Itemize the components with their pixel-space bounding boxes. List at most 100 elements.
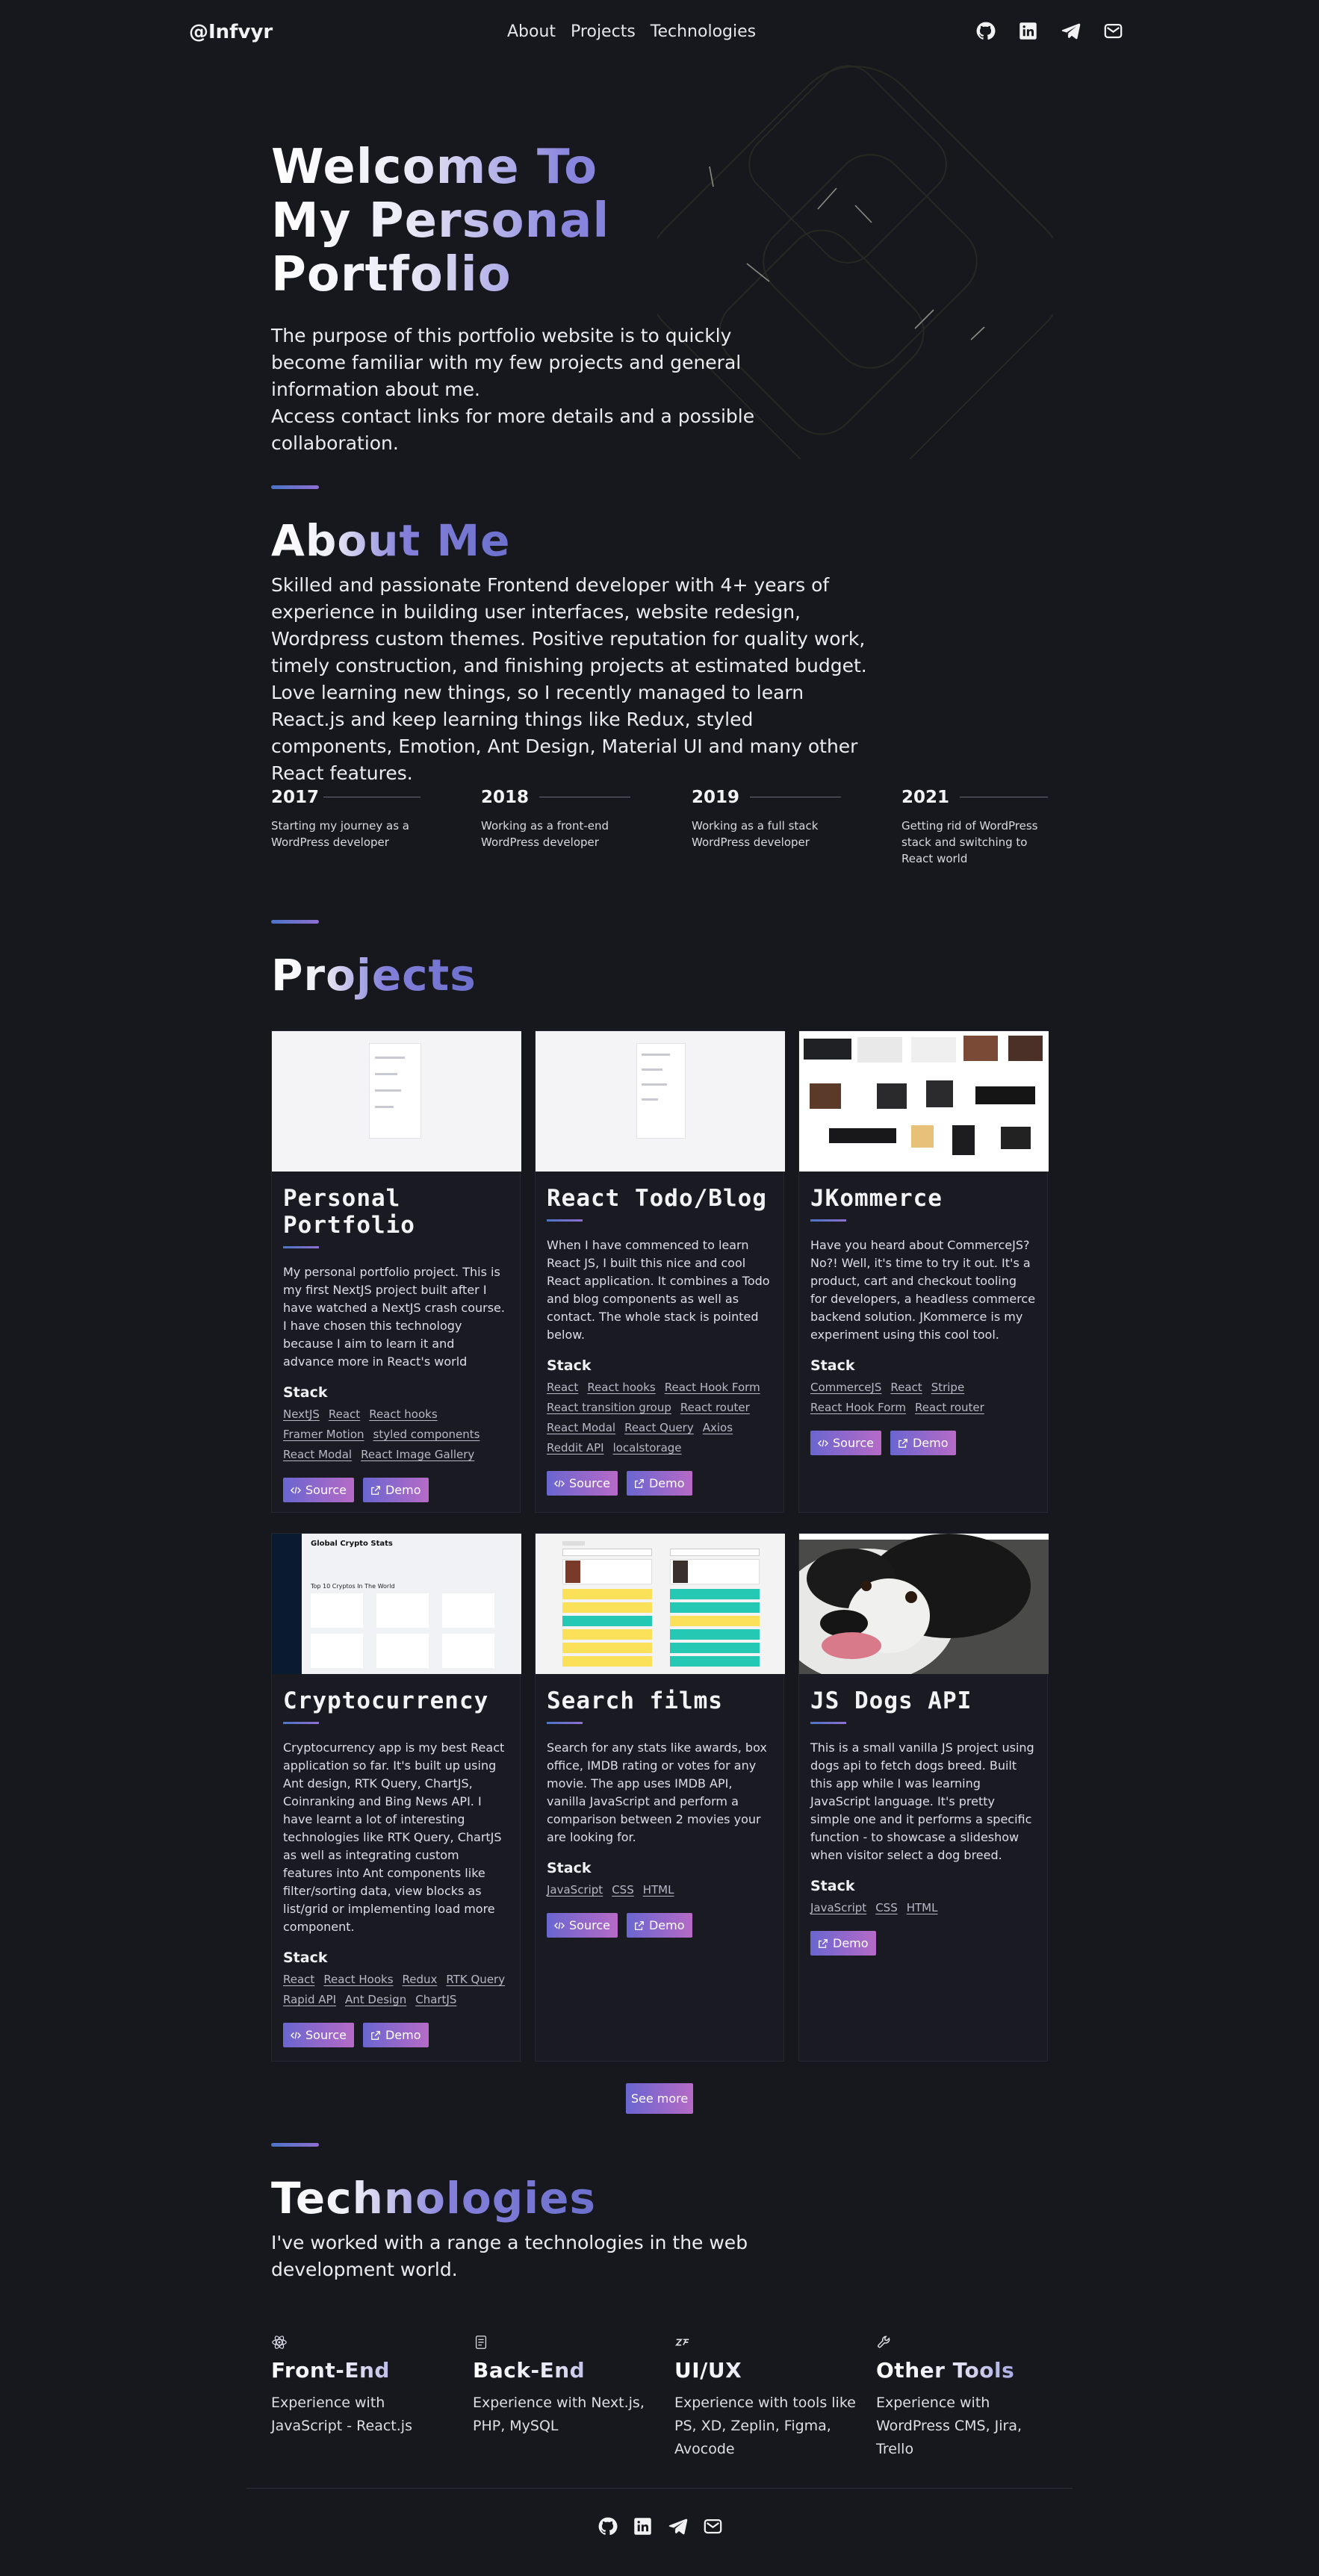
stack-tag[interactable]: localstorage bbox=[613, 1440, 682, 1456]
stack-label: Stack bbox=[283, 1384, 328, 1401]
source-button[interactable]: Source bbox=[547, 1913, 618, 1938]
stack-label: Stack bbox=[810, 1357, 855, 1374]
project-thumbnail[interactable] bbox=[272, 1031, 521, 1172]
stack-tags: React React hooks React Hook Form React … bbox=[547, 1380, 772, 1456]
project-description: Cryptocurrency app is my best React appl… bbox=[283, 1740, 505, 1934]
demo-button[interactable]: Demo bbox=[890, 1431, 956, 1455]
linkedin-icon[interactable] bbox=[1018, 21, 1038, 41]
site-logo[interactable]: @Infvyr bbox=[189, 21, 273, 43]
github-icon[interactable] bbox=[975, 21, 996, 41]
technologies-accent-line bbox=[271, 2143, 319, 2147]
stack-tag[interactable]: React Hook Form bbox=[665, 1380, 760, 1396]
stack-tag[interactable]: React Modal bbox=[283, 1447, 352, 1463]
mail-icon[interactable] bbox=[1103, 21, 1123, 41]
thumb-caption: Top 10 Cryptos In The World bbox=[311, 1583, 395, 1590]
stack-tags: NextJS React React hooks Framer Motion s… bbox=[283, 1407, 509, 1463]
project-card: Personal Portfolio My personal portfolio… bbox=[271, 1030, 521, 1513]
source-button[interactable]: Source bbox=[283, 2023, 354, 2047]
stack-tag[interactable]: RTK Query bbox=[446, 1972, 505, 1988]
stack-tag[interactable]: Ant Design bbox=[345, 1992, 406, 2008]
see-more-button[interactable]: See more bbox=[626, 2083, 693, 2114]
tech-desc: Experience with JavaScript - React.js bbox=[271, 2395, 412, 2434]
stack-tag[interactable]: CSS bbox=[612, 1882, 634, 1898]
stack-tag[interactable]: styled components bbox=[373, 1427, 480, 1443]
external-link-icon bbox=[371, 1485, 380, 1495]
stack-tag[interactable]: ChartJS bbox=[415, 1992, 456, 2008]
stack-label: Stack bbox=[283, 1950, 328, 1966]
project-title: Cryptocurrency bbox=[283, 1687, 489, 1714]
nav-link-about[interactable]: About bbox=[507, 22, 556, 41]
project-title: Search films bbox=[547, 1687, 723, 1714]
stack-tag[interactable]: Reddit API bbox=[547, 1440, 604, 1456]
timeline-item: 2018 Working as a front-end WordPress de… bbox=[481, 788, 630, 850]
stack-tag[interactable]: React bbox=[547, 1380, 578, 1396]
stack-tag[interactable]: CommerceJS bbox=[810, 1380, 881, 1396]
project-thumbnail[interactable] bbox=[799, 1031, 1049, 1172]
title-underline bbox=[283, 1722, 319, 1724]
project-thumbnail[interactable]: Global Crypto Stats Top 10 Cryptos In Th… bbox=[272, 1534, 521, 1674]
stack-tag[interactable]: Axios bbox=[703, 1420, 733, 1436]
nav-link-projects[interactable]: Projects bbox=[571, 22, 636, 41]
timeline-desc: Getting rid of WordPress stack and switc… bbox=[901, 819, 1038, 865]
stack-tag[interactable]: React Hooks bbox=[323, 1972, 393, 1988]
stack-tag[interactable]: CSS bbox=[875, 1900, 898, 1916]
linkedin-icon[interactable] bbox=[633, 2516, 653, 2536]
telegram-icon[interactable] bbox=[668, 2516, 688, 2536]
stack-tag[interactable]: Stripe bbox=[931, 1380, 965, 1396]
stack-tag[interactable]: Redux bbox=[403, 1972, 438, 1988]
tech-title: Back-End bbox=[473, 2358, 660, 2383]
technologies-title: Technologies bbox=[271, 2173, 596, 2224]
mail-icon[interactable] bbox=[703, 2516, 723, 2536]
stack-tag[interactable]: JavaScript bbox=[547, 1882, 603, 1898]
stack-tag[interactable]: HTML bbox=[907, 1900, 938, 1916]
timeline-desc: Working as a full stack WordPress develo… bbox=[692, 819, 819, 849]
stack-tag[interactable]: React hooks bbox=[587, 1380, 655, 1396]
stack-tag[interactable]: Rapid API bbox=[283, 1992, 336, 2008]
project-thumbnail[interactable] bbox=[536, 1031, 785, 1172]
stack-tag[interactable]: React bbox=[283, 1972, 314, 1988]
demo-button[interactable]: Demo bbox=[362, 1478, 429, 1502]
stack-tag[interactable]: JavaScript bbox=[810, 1900, 866, 1916]
nav-link-technologies[interactable]: Technologies bbox=[651, 22, 756, 41]
stack-tag[interactable]: HTML bbox=[643, 1882, 674, 1898]
code-icon bbox=[291, 2031, 301, 2039]
hero-title: Welcome To My Personal Portfolio bbox=[271, 140, 809, 302]
title-underline bbox=[547, 1219, 583, 1222]
demo-button[interactable]: Demo bbox=[362, 2023, 429, 2047]
stack-tag[interactable]: React bbox=[890, 1380, 922, 1396]
dog-photo bbox=[799, 1534, 1049, 1674]
stack-tag[interactable]: React Image Gallery bbox=[361, 1447, 474, 1463]
about-accent-line bbox=[271, 485, 319, 489]
project-card: Global Crypto Stats Top 10 Cryptos In Th… bbox=[271, 1533, 521, 2062]
source-button[interactable]: Source bbox=[547, 1471, 618, 1496]
stack-tag[interactable]: React hooks bbox=[369, 1407, 437, 1422]
stack-tag[interactable]: React Modal bbox=[547, 1420, 615, 1436]
demo-button[interactable]: Demo bbox=[626, 1471, 692, 1496]
code-icon bbox=[554, 1479, 565, 1487]
stack-tag[interactable]: React transition group bbox=[547, 1400, 671, 1416]
stack-tag[interactable]: NextJS bbox=[283, 1407, 320, 1422]
stack-tag[interactable]: React router bbox=[915, 1400, 984, 1416]
stack-tag[interactable]: React router bbox=[680, 1400, 750, 1416]
stack-label: Stack bbox=[547, 1357, 592, 1374]
github-icon[interactable] bbox=[598, 2516, 618, 2536]
source-button[interactable]: Source bbox=[810, 1431, 881, 1455]
title-underline bbox=[547, 1722, 583, 1724]
server-icon bbox=[475, 2336, 487, 2349]
stack-tag[interactable]: Framer Motion bbox=[283, 1427, 364, 1443]
telegram-icon[interactable] bbox=[1061, 21, 1081, 41]
demo-button[interactable]: Demo bbox=[810, 1931, 876, 1956]
tech-desc: Experience with tools like PS, XD, Zepli… bbox=[674, 2395, 856, 2457]
project-thumbnail[interactable] bbox=[799, 1534, 1049, 1674]
stack-tag[interactable]: React Hook Form bbox=[810, 1400, 906, 1416]
stack-tag[interactable]: React Query bbox=[624, 1420, 694, 1436]
source-button[interactable]: Source bbox=[283, 1478, 354, 1502]
hero-text: The purpose of this portfolio website is… bbox=[271, 325, 755, 454]
project-thumbnail[interactable] bbox=[536, 1534, 785, 1674]
project-title: React Todo/Blog bbox=[547, 1185, 767, 1212]
about-text: Skilled and passionate Frontend develope… bbox=[271, 574, 867, 784]
external-link-icon bbox=[635, 1920, 644, 1930]
demo-button[interactable]: Demo bbox=[626, 1913, 692, 1938]
title-underline bbox=[810, 1722, 846, 1724]
stack-tag[interactable]: React bbox=[329, 1407, 360, 1422]
